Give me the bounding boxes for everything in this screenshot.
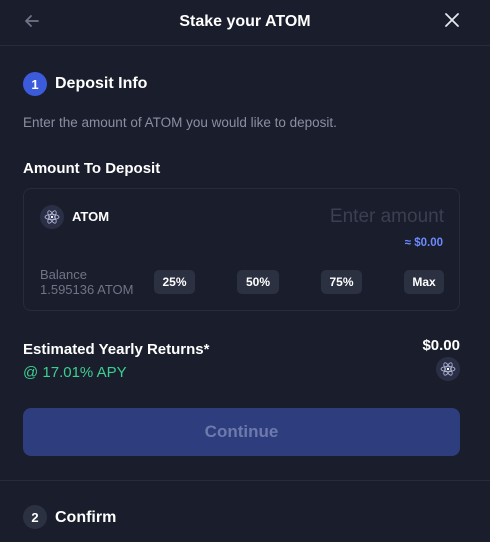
step-2-label: Confirm xyxy=(55,509,117,526)
balance-value: 1.595136 ATOM xyxy=(40,282,134,297)
usd-value: ≈ $0.00 xyxy=(404,237,443,249)
section-divider xyxy=(0,480,490,481)
modal-header: Stake your ATOM xyxy=(0,0,490,46)
deposit-panel: ATOM ≈ $0.00 Balance 1.595136 ATOM 25% 5… xyxy=(23,188,460,311)
returns-value: $0.00 xyxy=(422,337,460,354)
close-icon xyxy=(444,12,460,33)
cosmos-atom-icon xyxy=(436,357,460,381)
step-2-badge: 2 xyxy=(23,505,47,529)
apy-rate: @ 17.01% APY xyxy=(23,364,127,381)
continue-button[interactable]: Continue xyxy=(23,408,460,456)
step-1-badge: 1 xyxy=(23,72,47,96)
token-name: ATOM xyxy=(72,209,110,224)
max-button[interactable]: Max xyxy=(404,270,444,294)
step-1-label: Deposit Info xyxy=(55,75,148,92)
returns-label: Estimated Yearly Returns* xyxy=(23,341,210,358)
balance-label: Balance xyxy=(40,267,87,282)
cosmos-atom-icon xyxy=(40,205,64,229)
deposit-instructions: Enter the amount of ATOM you would like … xyxy=(23,115,337,130)
modal-title: Stake your ATOM xyxy=(179,13,311,30)
percent-25-button[interactable]: 25% xyxy=(154,270,195,294)
percent-50-button[interactable]: 50% xyxy=(237,270,279,294)
stake-modal: Stake your ATOM 1 Deposit Info Enter the… xyxy=(0,0,490,542)
amount-heading: Amount To Deposit xyxy=(23,160,161,177)
percent-75-button[interactable]: 75% xyxy=(321,270,362,294)
close-button[interactable] xyxy=(440,10,464,34)
amount-input[interactable] xyxy=(254,203,444,231)
